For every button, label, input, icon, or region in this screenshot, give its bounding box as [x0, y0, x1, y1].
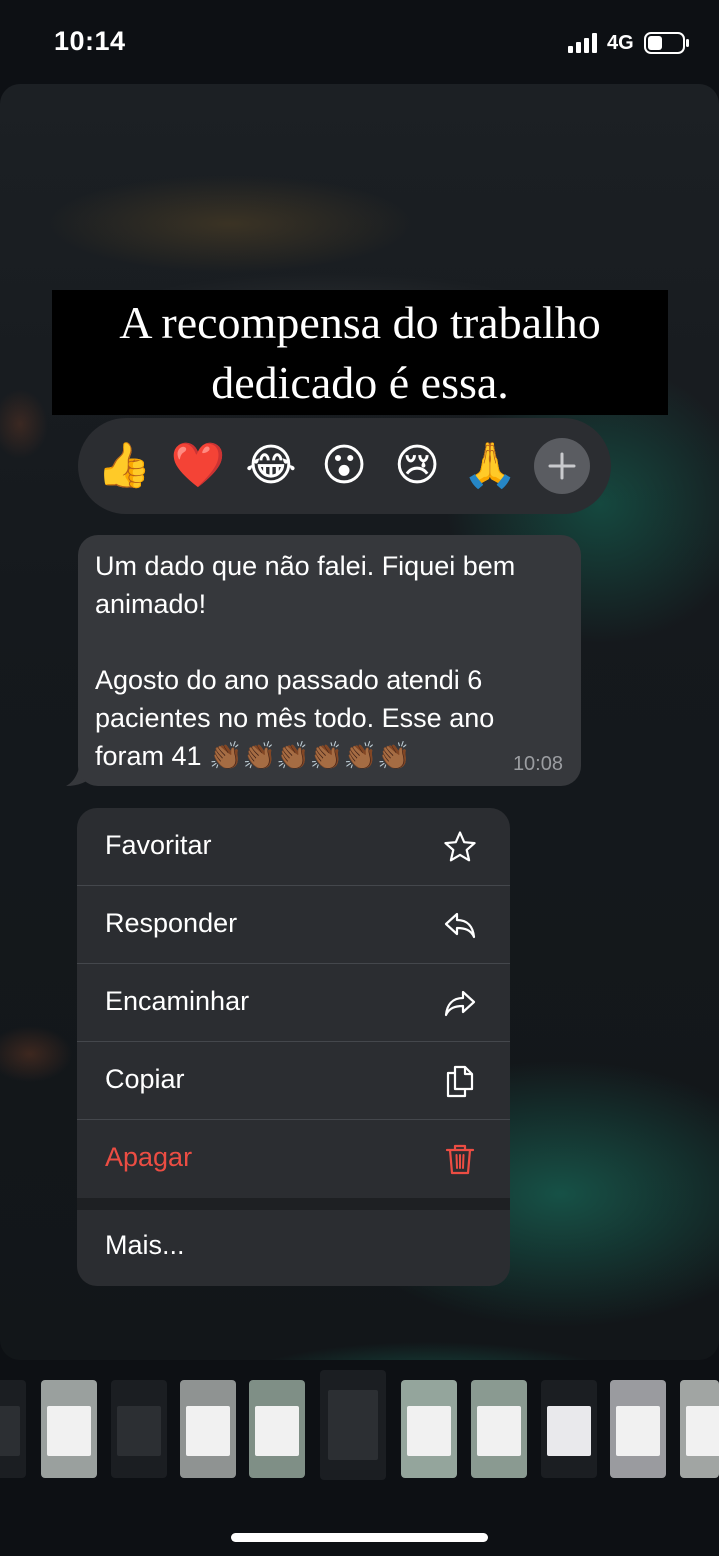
menu-item-responder[interactable]: Responder [77, 886, 510, 964]
menu-item-mais[interactable]: Mais... [77, 1210, 510, 1286]
menu-item-apagar[interactable]: Apagar [77, 1120, 510, 1198]
screenshot-thumbnail-strip [0, 1370, 719, 1490]
thumbnail[interactable] [111, 1380, 167, 1478]
thumbnail-current[interactable] [320, 1370, 386, 1480]
menu-item-label: Copiar [105, 1064, 185, 1094]
reaction-praying-hands[interactable]: 🙏 [458, 434, 522, 498]
context-menu: Favoritar Responder Encaminhar Copiar Ap… [77, 808, 510, 1286]
reaction-crying[interactable]: 😢 [385, 434, 449, 498]
reaction-thumbs-up[interactable]: 👍 [92, 434, 156, 498]
image-caption: A recompensa do trabalho dedicado é essa… [52, 290, 668, 415]
message-time: 10:08 [512, 753, 563, 775]
thumbnail[interactable] [41, 1380, 97, 1478]
menu-item-label: Apagar [105, 1142, 193, 1172]
menu-item-label: Mais... [105, 1230, 185, 1260]
signal-icon [568, 33, 597, 53]
copy-icon [446, 1065, 474, 1098]
menu-item-label: Responder [105, 908, 238, 938]
network-type: 4G [607, 32, 634, 54]
thumbnail[interactable] [610, 1380, 666, 1478]
forward-icon [444, 990, 476, 1017]
battery-icon [644, 32, 689, 54]
thumbnail[interactable] [180, 1380, 236, 1478]
reaction-surprised[interactable]: 😮 [312, 434, 376, 498]
home-indicator[interactable] [231, 1533, 488, 1542]
message-text: Um dado que não falei. Fiquei bem animad… [95, 551, 516, 771]
status-bar: 10:14 4G [0, 0, 719, 84]
add-reaction-button[interactable] [534, 438, 590, 494]
thumbnail[interactable] [0, 1380, 26, 1478]
thumbnail[interactable] [249, 1380, 305, 1478]
menu-separator [77, 1198, 510, 1210]
menu-item-copiar[interactable]: Copiar [77, 1042, 510, 1120]
reaction-heart[interactable]: ❤️ [166, 434, 230, 498]
star-icon [444, 831, 476, 862]
reply-icon [444, 912, 476, 939]
reaction-tears-of-joy[interactable]: 😂 [239, 434, 303, 498]
trash-icon [445, 1144, 475, 1175]
plus-icon [548, 452, 576, 480]
menu-item-label: Encaminhar [105, 986, 250, 1016]
thumbnail[interactable] [471, 1380, 527, 1478]
reaction-bar: 👍 ❤️ 😂 😮 😢 🙏 [78, 418, 611, 514]
menu-item-label: Favoritar [105, 830, 212, 860]
status-time: 10:14 [54, 26, 126, 56]
thumbnail[interactable] [680, 1380, 719, 1478]
menu-item-encaminhar[interactable]: Encaminhar [77, 964, 510, 1042]
caption-line-1: A recompensa do trabalho [119, 297, 601, 348]
caption-line-2: dedicado é essa. [211, 357, 509, 408]
message-bubble[interactable]: Um dado que não falei. Fiquei bem animad… [78, 535, 581, 786]
menu-item-favoritar[interactable]: Favoritar [77, 808, 510, 886]
thumbnail[interactable] [401, 1380, 457, 1478]
thumbnail[interactable] [541, 1380, 597, 1478]
